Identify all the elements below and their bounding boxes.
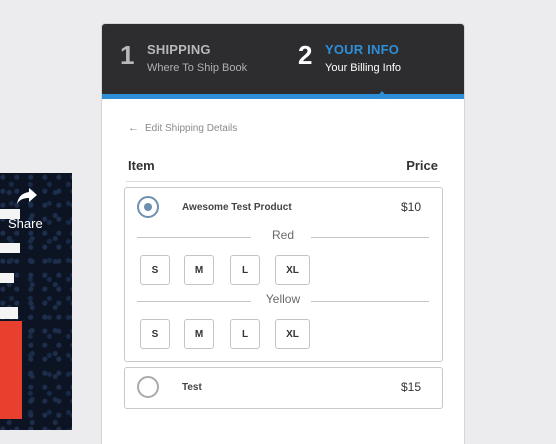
- column-header-item: Item: [128, 158, 155, 173]
- product-price: $10: [400, 200, 421, 214]
- divider: [311, 301, 429, 302]
- color-heading-yellow: Yellow: [137, 292, 429, 308]
- step-progress-line: [102, 94, 464, 99]
- decorative-bar: [0, 307, 18, 319]
- size-button-s[interactable]: S: [140, 255, 170, 285]
- edit-shipping-label: Edit Shipping Details: [145, 123, 238, 134]
- step-number: 1: [120, 40, 135, 70]
- decorative-bar: [0, 273, 14, 283]
- step-number: 2: [298, 40, 313, 70]
- product-option[interactable]: Awesome Test Product $10 Red S M L XL Ye…: [124, 187, 443, 362]
- share-panel: Share: [0, 173, 72, 430]
- step-subtitle: Where To Ship Book: [147, 62, 248, 74]
- product-radio[interactable]: [137, 196, 159, 218]
- step-subtitle: Your Billing Info: [325, 62, 402, 74]
- product-option[interactable]: Test $15: [124, 367, 443, 409]
- divider: [311, 237, 429, 238]
- decorative-bar: [0, 243, 20, 253]
- color-label: Yellow: [265, 292, 301, 306]
- size-button-l[interactable]: L: [230, 255, 260, 285]
- checkout-steps-header: 1 SHIPPING Where To Ship Book 2 YOUR INF…: [102, 24, 464, 94]
- size-button-m[interactable]: M: [184, 255, 214, 285]
- color-heading-red: Red: [137, 228, 429, 244]
- product-name: Awesome Test Product: [182, 202, 292, 213]
- color-label: Red: [271, 228, 294, 242]
- size-button-xl[interactable]: XL: [275, 319, 310, 349]
- share-button-label[interactable]: Share: [8, 216, 43, 231]
- checkout-card: 1 SHIPPING Where To Ship Book 2 YOUR INF…: [102, 24, 464, 444]
- product-radio[interactable]: [137, 376, 159, 398]
- decorative-red-block: [0, 321, 22, 419]
- step-title: SHIPPING: [147, 42, 211, 57]
- column-header-price: Price: [406, 158, 438, 173]
- size-button-m[interactable]: M: [184, 319, 214, 349]
- product-price: $15: [400, 380, 421, 394]
- size-button-s[interactable]: S: [140, 319, 170, 349]
- step-title: YOUR INFO: [325, 42, 400, 57]
- divider: [126, 181, 440, 182]
- size-button-xl[interactable]: XL: [275, 255, 310, 285]
- share-arrow-icon[interactable]: [16, 187, 38, 205]
- edit-shipping-link[interactable]: ← Edit Shipping Details: [128, 122, 237, 134]
- size-button-l[interactable]: L: [230, 319, 260, 349]
- product-name: Test: [182, 382, 202, 393]
- arrow-left-icon: ←: [128, 122, 139, 134]
